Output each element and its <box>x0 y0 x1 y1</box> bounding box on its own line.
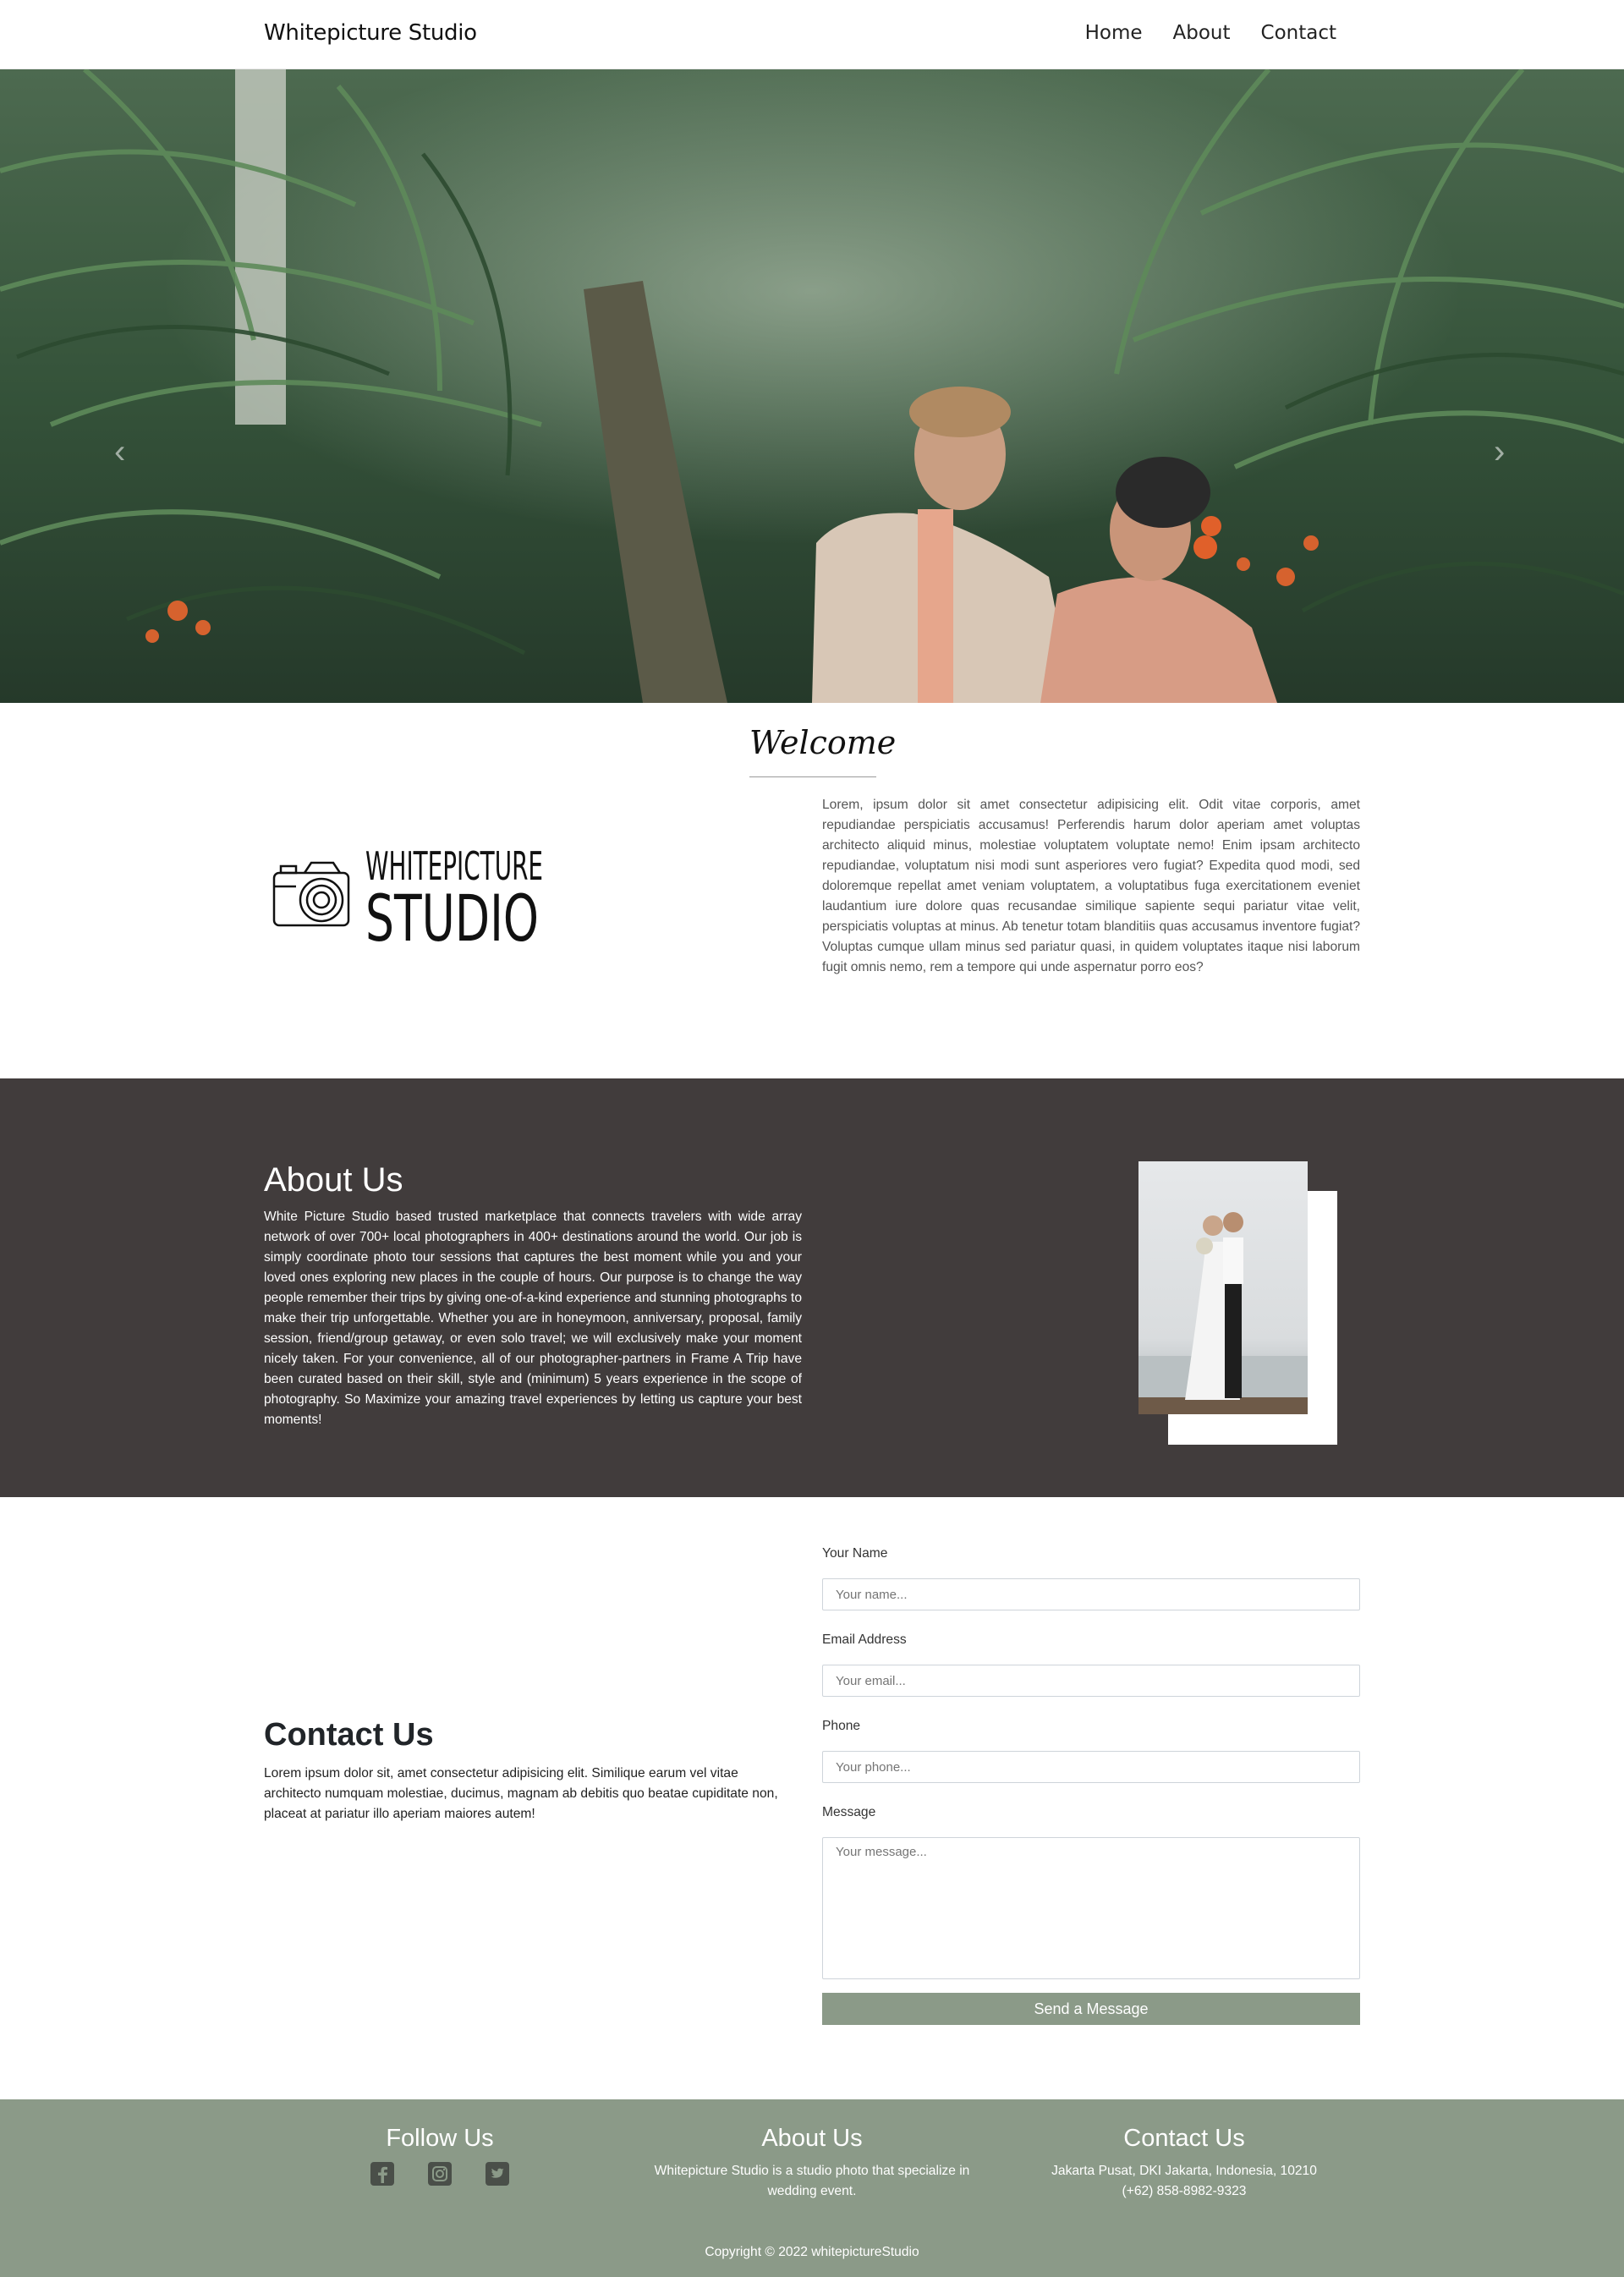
phone-label: Phone <box>822 1719 861 1733</box>
footer-about: About Us Whitepicture Studio is a studio… <box>634 2125 990 2202</box>
carousel-prev-icon[interactable]: ‹ <box>114 433 125 471</box>
copyright: Copyright © 2022 whitepictureStudio <box>705 2245 919 2259</box>
facebook-icon[interactable] <box>370 2161 395 2186</box>
contact-form: Your Name Email Address Phone Message Se… <box>822 1546 1360 2025</box>
welcome-title: Welcome <box>749 724 897 761</box>
hero-image <box>0 69 1624 703</box>
camera-icon <box>272 861 350 927</box>
about-section: About Us White Picture Studio based trus… <box>0 1078 1624 1497</box>
twitter-icon[interactable] <box>485 2161 510 2186</box>
footer-phone: (+62) 858-8982-9323 <box>1122 2184 1247 2198</box>
nav-home-link[interactable]: Home <box>1085 22 1143 44</box>
footer-about-title: About Us <box>761 2125 863 2152</box>
welcome-text: Lorem, ipsum dolor sit amet consectetur … <box>822 798 1360 974</box>
about-photo <box>1138 1161 1308 1414</box>
email-label: Email Address <box>822 1632 907 1647</box>
hero-carousel: ‹ › <box>0 69 1624 703</box>
email-input[interactable] <box>822 1665 1360 1697</box>
footer-follow: Follow Us <box>262 2125 617 2186</box>
social-links <box>262 2161 617 2186</box>
footer-about-text: Whitepicture Studio is a studio photo th… <box>654 2164 970 2198</box>
send-message-button[interactable]: Send a Message <box>822 1993 1360 2025</box>
footer-contact-title: Contact Us <box>1123 2125 1245 2152</box>
navbar: Whitepicture Studio Home About Contact <box>0 0 1624 69</box>
name-label: Your Name <box>822 1546 888 1561</box>
footer-address: Jakarta Pusat, DKI Jakarta, Indonesia, 1… <box>1051 2164 1317 2178</box>
phone-input[interactable] <box>822 1751 1360 1783</box>
instagram-icon[interactable] <box>427 2161 453 2186</box>
nav-contact-link[interactable]: Contact <box>1261 22 1336 44</box>
carousel-next-icon[interactable]: › <box>1494 433 1505 471</box>
name-input[interactable] <box>822 1578 1360 1610</box>
message-textarea[interactable] <box>822 1837 1360 1979</box>
brand-link[interactable]: Whitepicture Studio <box>264 20 477 46</box>
studio-logo: WHITEPICTURE STUDIO <box>272 843 543 956</box>
about-text: White Picture Studio based trusted marke… <box>264 1210 802 1427</box>
follow-title: Follow Us <box>386 2125 494 2152</box>
about-title: About Us <box>264 1161 403 1199</box>
footer: Follow Us About Us Whitepicture Studio i… <box>0 2099 1624 2277</box>
nav-about-link[interactable]: About <box>1173 22 1231 44</box>
nav-links: Home About Contact <box>1085 22 1336 44</box>
welcome-divider <box>749 776 876 777</box>
contact-title: Contact Us <box>264 1717 434 1753</box>
contact-text: Lorem ipsum dolor sit, amet consectetur … <box>264 1766 778 1821</box>
footer-contact: Contact Us Jakarta Pusat, DKI Jakarta, I… <box>1007 2125 1362 2202</box>
message-label: Message <box>822 1805 876 1819</box>
svg-text:STUDIO: STUDIO <box>365 881 539 956</box>
